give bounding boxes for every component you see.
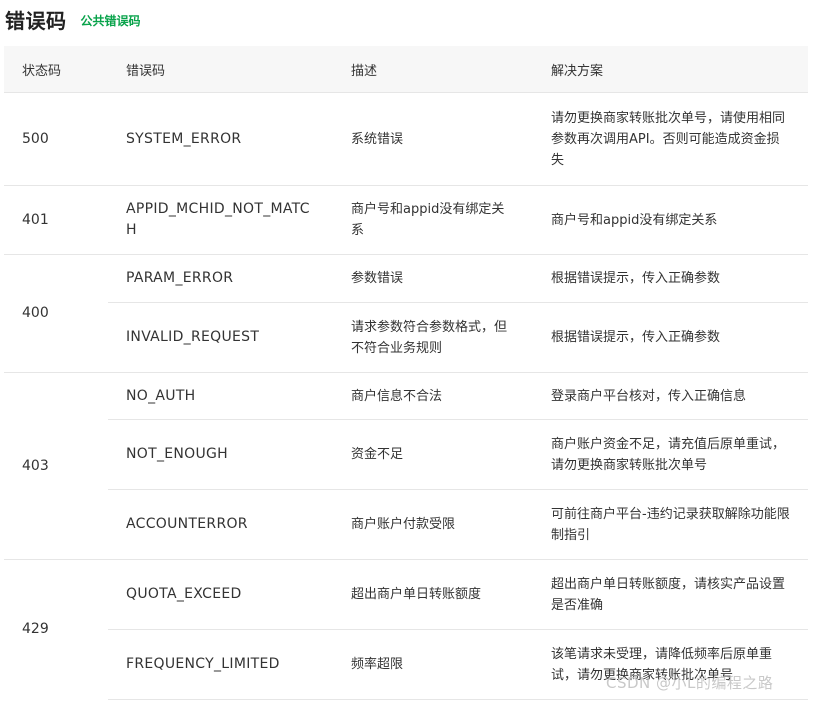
header-status: 状态码 (4, 46, 108, 93)
solution-cell: 可前往商户平台-违约记录获取解除功能限制指引 (533, 489, 808, 560)
description-cell: 资金不足 (333, 419, 533, 490)
solution-cell: 根据错误提示，传入正确参数 (533, 302, 808, 373)
status-code-cell: 429 (4, 559, 108, 700)
description-cell: 频率超限 (333, 629, 533, 700)
table-row: 500 SYSTEM_ERROR 系统错误 请勿更换商家转账批次单号，请使用相同… (4, 92, 808, 186)
section-tag: 公共错误码 (80, 14, 141, 28)
description-cell: 系统错误 (333, 92, 533, 186)
error-code-cell: ACCOUNTERROR (108, 489, 333, 560)
solution-cell: 商户号和appid没有绑定关系 (533, 185, 808, 255)
table-row: FREQUENCY_LIMITED 频率超限 该笔请求未受理，请降低频率后原单重… (4, 629, 808, 700)
description-cell: 商户信息不合法 (333, 372, 533, 420)
page-header: 错误码 公共错误码 (5, 4, 141, 34)
solution-cell: 超出商户单日转账额度，请核实产品设置是否准确 (533, 559, 808, 630)
status-code-cell: 500 (4, 92, 108, 186)
description-cell: 商户号和appid没有绑定关系 (333, 185, 533, 255)
table-row: INVALID_REQUEST 请求参数符合参数格式，但不符合业务规则 根据错误… (4, 302, 808, 373)
error-code-table: 状态码 错误码 描述 解决方案 500 SYSTEM_ERROR 系统错误 请勿… (4, 46, 808, 700)
table-row: 400 PARAM_ERROR 参数错误 根据错误提示，传入正确参数 (4, 254, 808, 373)
solution-cell: 请勿更换商家转账批次单号，请使用相同参数再次调用API。否则可能造成资金损失 (533, 92, 808, 186)
solution-cell: 商户账户资金不足，请充值后原单重试，请勿更换商家转账批次单号 (533, 419, 808, 490)
table-row: 429 QUOTA_EXCEED 超出商户单日转账额度 超出商户单日转账额度，请… (4, 559, 808, 700)
table-row: 403 NO_AUTH 商户信息不合法 登录商户平台核对，传入正确信息 (4, 372, 808, 560)
description-cell: 参数错误 (333, 254, 533, 303)
solution-cell: 登录商户平台核对，传入正确信息 (533, 372, 808, 420)
status-code-cell: 400 (4, 254, 108, 373)
description-cell: 请求参数符合参数格式，但不符合业务规则 (333, 302, 533, 373)
error-code-cell: APPID_MCHID_NOT_MATCH (108, 185, 333, 255)
error-code-cell: NO_AUTH (108, 372, 333, 420)
description-cell: 超出商户单日转账额度 (333, 559, 533, 630)
status-code-cell: 403 (4, 372, 108, 560)
status-code-cell: 401 (4, 185, 108, 255)
page-title: 错误码 (5, 8, 67, 33)
table-header-row: 状态码 错误码 描述 解决方案 (4, 46, 808, 93)
error-code-cell: INVALID_REQUEST (108, 302, 333, 373)
header-code: 错误码 (108, 46, 333, 93)
solution-cell: 根据错误提示，传入正确参数 (533, 254, 808, 303)
solution-cell: 该笔请求未受理，请降低频率后原单重试，请勿更换商家转账批次单号 (533, 629, 808, 700)
table-row: NOT_ENOUGH 资金不足 商户账户资金不足，请充值后原单重试，请勿更换商家… (4, 419, 808, 490)
error-code-cell: FREQUENCY_LIMITED (108, 629, 333, 700)
table-row: 401 APPID_MCHID_NOT_MATCH 商户号和appid没有绑定关… (4, 185, 808, 255)
table-row: ACCOUNTERROR 商户账户付款受限 可前往商户平台-违约记录获取解除功能… (4, 489, 808, 560)
error-code-cell: QUOTA_EXCEED (108, 559, 333, 630)
error-code-cell: SYSTEM_ERROR (108, 92, 333, 186)
error-code-cell: PARAM_ERROR (108, 254, 333, 303)
header-solution: 解决方案 (533, 46, 808, 93)
error-code-cell: NOT_ENOUGH (108, 419, 333, 490)
header-description: 描述 (333, 46, 533, 93)
description-cell: 商户账户付款受限 (333, 489, 533, 560)
